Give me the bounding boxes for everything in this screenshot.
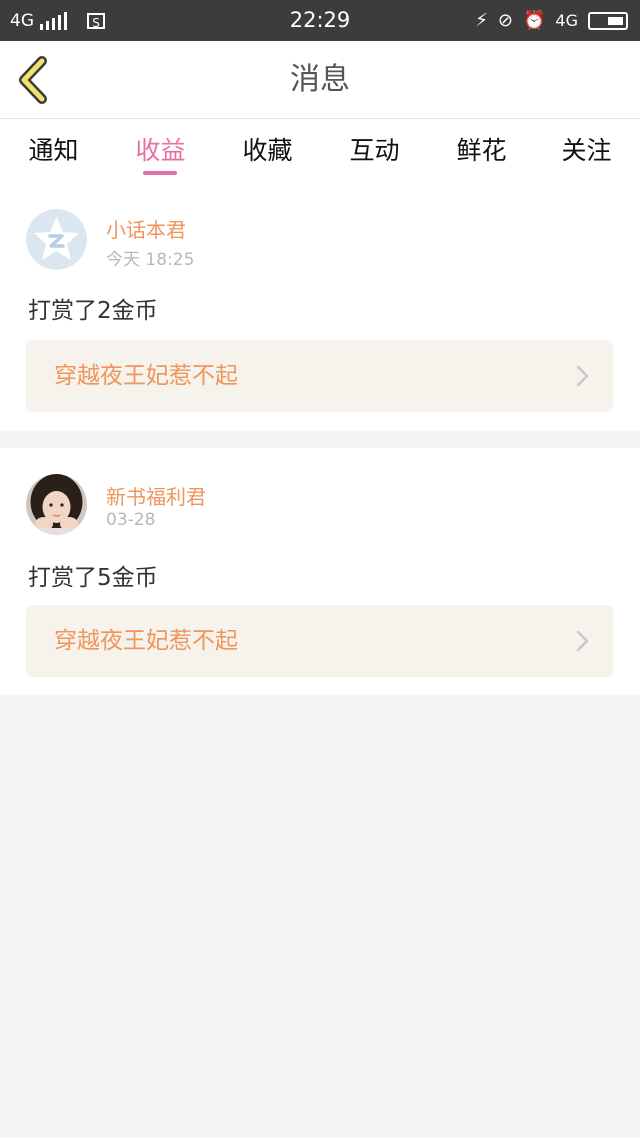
page-title: 消息 xyxy=(290,62,350,97)
tab-label: 关注 xyxy=(561,136,612,165)
message-time: 03-28 xyxy=(106,510,156,530)
message-text: 打赏了2金币 xyxy=(28,298,158,324)
username[interactable]: 新书福利君 xyxy=(106,481,206,510)
girl-photo-icon xyxy=(26,474,87,535)
message-text: 打赏了5金币 xyxy=(28,565,158,591)
chevron-right-icon xyxy=(576,630,589,652)
avatar[interactable] xyxy=(26,209,87,270)
chevron-right-icon xyxy=(576,365,589,387)
tab-label: 鲜花 xyxy=(456,136,507,165)
status-right: ⚡ ⊘ ⏰ 4G xyxy=(475,0,628,41)
book-title: 穿越夜王妃惹不起 xyxy=(54,628,238,654)
network-type-right: 4G xyxy=(555,11,578,30)
tab-label: 通知 xyxy=(28,136,79,165)
tab-favorites[interactable]: 收藏 xyxy=(214,119,321,181)
alarm-icon: ⏰ xyxy=(523,10,546,31)
tab-label: 互动 xyxy=(349,136,400,165)
star-logo-icon xyxy=(26,209,87,270)
tab-bar: 通知 收益 收藏 互动 鲜花 关注 xyxy=(0,119,640,181)
book-title: 穿越夜王妃惹不起 xyxy=(54,363,238,389)
book-link[interactable]: 穿越夜王妃惹不起 xyxy=(26,340,613,412)
status-bar: 4G S 22:29 ⚡ ⊘ ⏰ 4G xyxy=(0,0,640,41)
battery-icon xyxy=(588,11,628,30)
active-tab-indicator xyxy=(143,171,177,175)
avatar[interactable] xyxy=(26,474,87,535)
header: 消息 xyxy=(0,41,640,119)
mute-icon: ⊘ xyxy=(497,10,513,31)
tab-interactions[interactable]: 互动 xyxy=(321,119,428,181)
tab-flowers[interactable]: 鲜花 xyxy=(428,119,535,181)
username[interactable]: 小话本君 xyxy=(106,214,186,243)
tab-notifications[interactable]: 通知 xyxy=(0,119,107,181)
tab-follows[interactable]: 关注 xyxy=(533,119,640,181)
charging-icon: ⚡ xyxy=(475,10,488,31)
message-card: 小话本君 今天 18:25 打赏了2金币 穿越夜王妃惹不起 xyxy=(0,181,640,431)
book-link[interactable]: 穿越夜王妃惹不起 xyxy=(26,605,613,677)
tab-label: 收藏 xyxy=(242,136,293,165)
tab-earnings[interactable]: 收益 xyxy=(107,119,214,181)
tab-label: 收益 xyxy=(135,136,186,165)
message-card: 新书福利君 03-28 打赏了5金币 穿越夜王妃惹不起 xyxy=(0,448,640,695)
message-time: 今天 18:25 xyxy=(106,250,195,270)
